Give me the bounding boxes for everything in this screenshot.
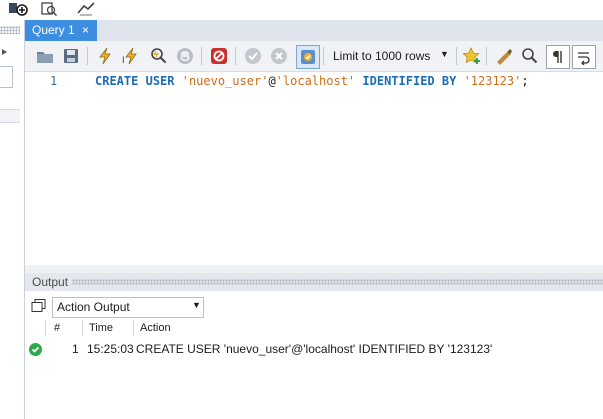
- copy-icon[interactable]: [31, 299, 47, 313]
- code-line[interactable]: CREATE USER 'nuevo_user'@'localhost' IDE…: [95, 74, 529, 88]
- toolbar-separator: [235, 47, 236, 65]
- commit-icon[interactable]: [242, 45, 264, 67]
- open-folder-icon[interactable]: [34, 45, 56, 67]
- bookmark-icon[interactable]: [461, 45, 483, 67]
- tab-query-1[interactable]: Query 1 ×: [25, 20, 97, 41]
- keyword-token: USER: [145, 74, 175, 88]
- limit-rows-value: Limit to 1000 rows: [333, 49, 431, 63]
- column-header-time[interactable]: Time: [89, 322, 113, 334]
- toolbar-separator: [87, 47, 88, 65]
- at-token: @: [268, 74, 276, 88]
- column-separator: [82, 320, 83, 336]
- column-separator: [133, 320, 134, 336]
- toolbar-separator: [486, 47, 487, 65]
- row-action: CREATE USER 'nuevo_user'@'localhost' IDE…: [136, 342, 493, 356]
- output-title: Output: [32, 275, 69, 289]
- navigator-arrow-icon[interactable]: [0, 46, 10, 60]
- column-separator: [45, 320, 46, 336]
- rollback-icon[interactable]: [268, 45, 290, 67]
- column-header-num[interactable]: #: [54, 322, 60, 334]
- toolbar-separator: [456, 47, 457, 65]
- semicolon-token: ;: [521, 74, 529, 88]
- editor-tab-bar: [25, 20, 603, 41]
- svg-text:I: I: [122, 55, 125, 65]
- navigator-filter-input[interactable]: [0, 66, 13, 88]
- explain-icon[interactable]: [148, 45, 170, 67]
- top-toolbar-strip: [0, 0, 603, 20]
- autocommit-icon[interactable]: [296, 45, 320, 69]
- toolbar-separator: [323, 47, 324, 65]
- tab-label: Query 1: [32, 23, 75, 37]
- string-token: 'localhost': [275, 74, 356, 88]
- output-grip[interactable]: [72, 279, 603, 285]
- keyword-token: BY: [441, 74, 457, 88]
- stop-icon[interactable]: [174, 45, 196, 67]
- keyword-token: CREATE: [95, 74, 139, 88]
- string-token: 'nuevo_user': [181, 74, 269, 88]
- sql-editor[interactable]: [25, 72, 603, 265]
- row-num: 1: [72, 342, 79, 356]
- keyword-token: IDENTIFIED: [362, 74, 435, 88]
- output-type-select[interactable]: Action Output ▼: [52, 297, 204, 318]
- wrap-icon[interactable]: [572, 45, 596, 69]
- invisible-chars-icon[interactable]: [546, 45, 570, 69]
- navigator-separator: [0, 109, 20, 123]
- chevron-down-icon: ▼: [440, 49, 449, 59]
- string-token: '123123': [463, 74, 522, 88]
- chevron-down-icon: ▼: [192, 300, 201, 310]
- find-icon[interactable]: [519, 45, 541, 67]
- execute-icon[interactable]: [94, 45, 116, 67]
- beautify-icon[interactable]: [493, 45, 515, 67]
- output-type-value: Action Output: [57, 300, 130, 314]
- inspector-icon[interactable]: [40, 1, 60, 20]
- add-schema-icon[interactable]: [8, 1, 30, 20]
- success-icon: [29, 343, 42, 356]
- action-output-table: [25, 319, 603, 419]
- reconnect-icon[interactable]: [75, 1, 97, 20]
- execute-current-icon[interactable]: I: [120, 45, 142, 67]
- panel-splitter[interactable]: [25, 265, 603, 273]
- save-icon[interactable]: [60, 45, 82, 67]
- column-header-action[interactable]: Action: [140, 322, 171, 334]
- navigator-grip[interactable]: [0, 26, 20, 34]
- line-number: 1: [50, 74, 58, 88]
- toolbar-separator: [201, 47, 202, 65]
- close-icon[interactable]: ×: [82, 23, 89, 37]
- toggle-errors-icon[interactable]: [208, 45, 230, 67]
- row-time: 15:25:03: [87, 342, 134, 356]
- limit-rows-select[interactable]: Limit to 1000 rows ▼: [329, 46, 449, 66]
